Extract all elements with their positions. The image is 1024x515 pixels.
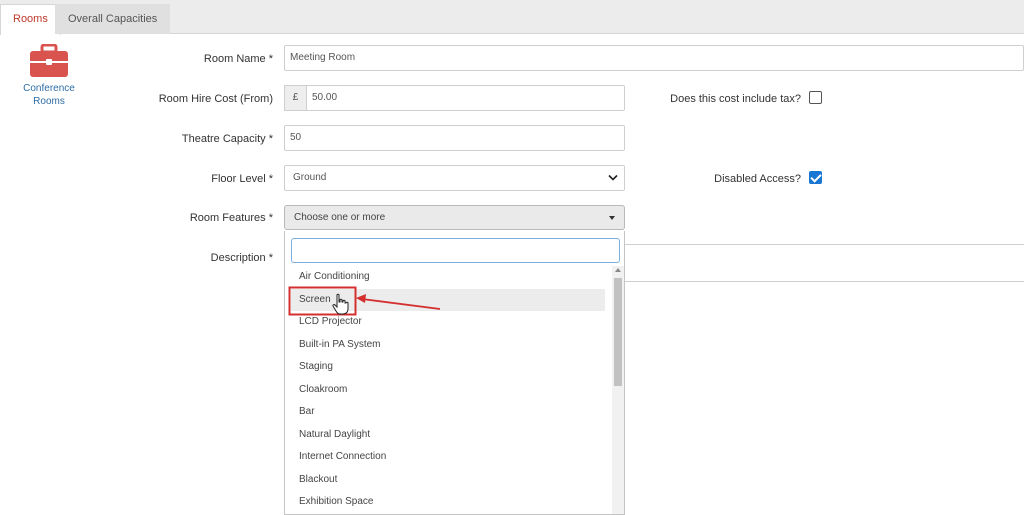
hand-cursor-icon — [332, 293, 349, 315]
annotation-overlay — [288, 286, 441, 316]
arrow-icon — [356, 294, 441, 310]
